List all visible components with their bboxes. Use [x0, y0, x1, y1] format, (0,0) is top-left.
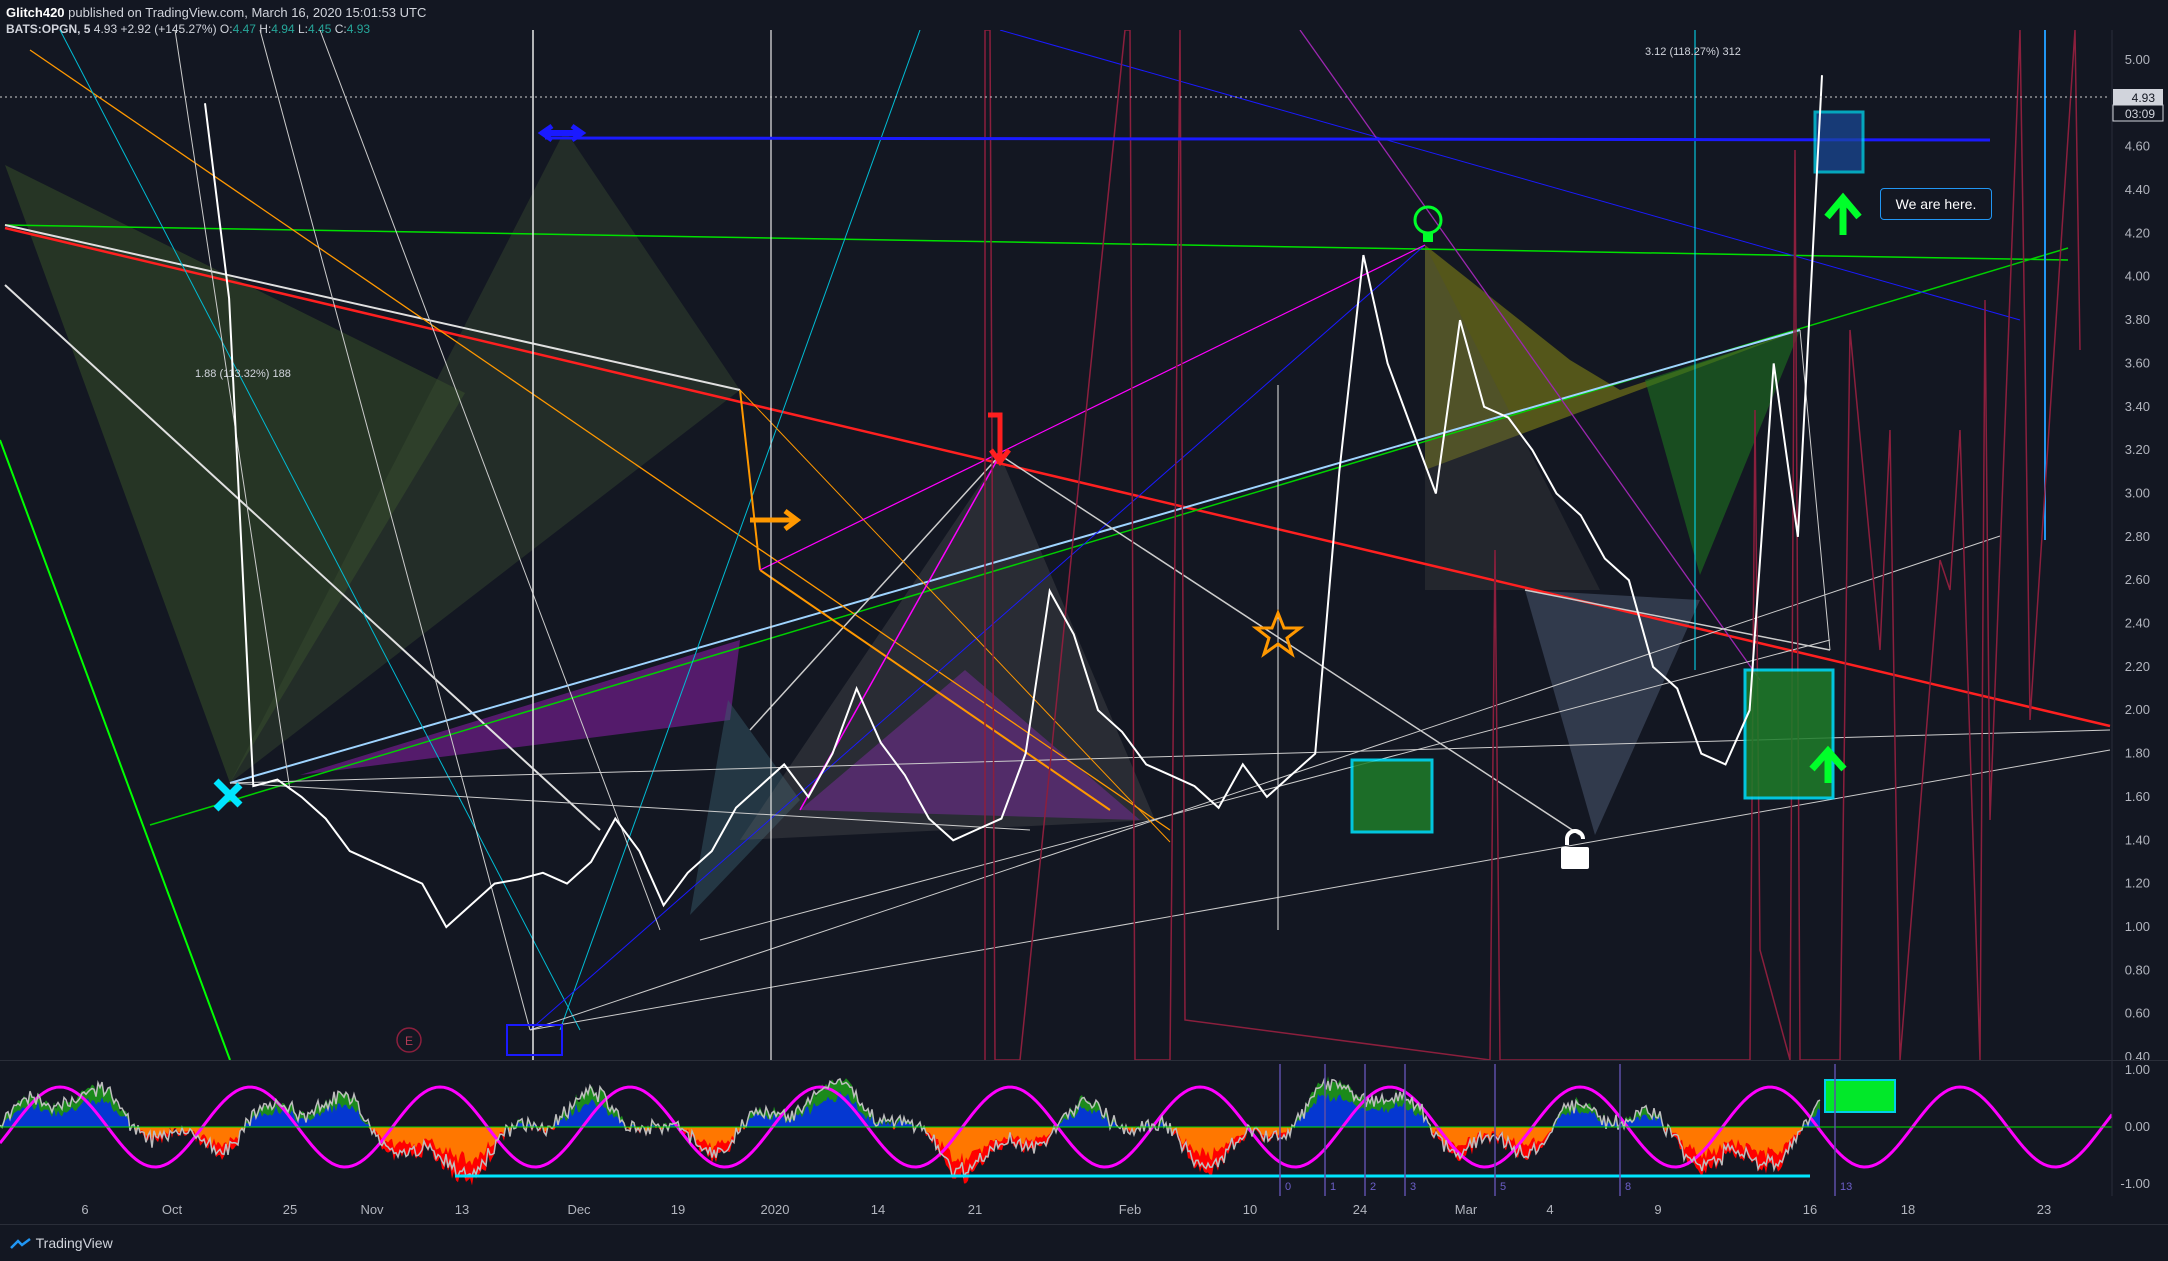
fib-time-label: 0	[1285, 1181, 1291, 1193]
fib-time-label: 8	[1625, 1181, 1631, 1193]
time-axis-tick: Oct	[162, 1202, 183, 1217]
price-axis-tick: 3.00	[2125, 485, 2150, 500]
time-axis-tick: 18	[1901, 1202, 1915, 1217]
highlight-box	[1813, 110, 1865, 174]
time-axis-tick: 10	[1243, 1202, 1257, 1217]
price-axis-tick: 3.40	[2125, 399, 2150, 414]
time-axis-tick: Dec	[567, 1202, 591, 1217]
price-axis-tick: 4.40	[2125, 182, 2150, 197]
time-axis-tick: 19	[671, 1202, 685, 1217]
footer-bar: TradingView	[0, 1224, 2168, 1261]
time-axis-tick: 23	[2037, 1202, 2051, 1217]
countdown-timer: 03:09	[2125, 107, 2155, 121]
price-axis-tick: 2.00	[2125, 702, 2150, 717]
we-are-here-note[interactable]: We are here.	[1880, 188, 1992, 220]
price-axis-tick: 5.00	[2125, 52, 2150, 67]
price-axis-tick: 4.20	[2125, 225, 2150, 240]
price-axis-tick: 0.40	[2125, 1049, 2150, 1060]
price-axis-tick: 1.40	[2125, 832, 2150, 847]
price-axis-tick: 2.20	[2125, 659, 2150, 674]
price-axis-tick: 4.00	[2125, 269, 2150, 284]
cross-marker-icon	[213, 778, 243, 812]
price-axis-tick: 2.40	[2125, 616, 2150, 631]
tradingview-logo-icon	[10, 1238, 31, 1250]
highlight-box	[1743, 668, 1835, 800]
time-axis-tick: Nov	[360, 1202, 384, 1217]
oscillator-axis-tick: -1.00	[2120, 1176, 2150, 1191]
drawing-layer	[0, 30, 2111, 1060]
last-price-tag: 4.93 03:09	[2112, 89, 2164, 122]
time-axis-tick: Mar	[1455, 1202, 1478, 1217]
fib-time-label: 3	[1410, 1181, 1416, 1193]
arrow-up-icon	[1824, 192, 1862, 235]
time-axis-tick: 2020	[761, 1202, 790, 1217]
time-axis-tick: 14	[871, 1202, 885, 1217]
time-axis-tick: 6	[81, 1202, 88, 1217]
price-axis-tick: 1.00	[2125, 919, 2150, 934]
earnings-marker[interactable]: E	[396, 1027, 422, 1053]
fib-time-label: 2	[1370, 1181, 1376, 1193]
time-axis[interactable]: 6 Oct 25 Nov 13 Dec 19 2020 14 21 Feb 10 24 Mar 4 9 16 18…	[0, 1196, 2168, 1224]
price-axis-tick: 3.80	[2125, 312, 2150, 327]
price-axis-tick: 4.60	[2125, 139, 2150, 154]
last-price-tag-value: 4.93	[2132, 91, 2156, 105]
tradingview-brand[interactable]: TradingView	[10, 1235, 113, 1251]
price-axis-tick: 1.80	[2125, 746, 2150, 761]
oscillator-axis-tick: 0.00	[2125, 1119, 2150, 1134]
price-axis-tick: 0.80	[2125, 962, 2150, 977]
arrow-right-icon	[750, 509, 802, 531]
price-axis-tick: 0.60	[2125, 1006, 2150, 1021]
price-axis-tick: 2.80	[2125, 529, 2150, 544]
shaded-triangle	[1525, 590, 1700, 835]
arrow-down-icon	[988, 412, 1011, 467]
time-axis-tick: 13	[455, 1202, 469, 1217]
time-axis-tick: 21	[968, 1202, 982, 1217]
earnings-marker-label: E	[405, 1034, 413, 1048]
published-text: published on TradingView.com, March 16, …	[68, 5, 427, 20]
time-axis-tick: 16	[1803, 1202, 1817, 1217]
oscillator-panel[interactable]: 0 1 2 3 5 8 13 1.00 0.00 -1.00	[0, 1060, 2168, 1196]
shaded-triangle	[1645, 330, 1800, 575]
time-axis-tick: Feb	[1119, 1202, 1141, 1217]
time-axis-tick: 24	[1353, 1202, 1367, 1217]
price-axis-tick: 1.20	[2125, 876, 2150, 891]
fib-time-label: 5	[1500, 1181, 1506, 1193]
fib-time-label: 1	[1330, 1181, 1336, 1193]
measure-label-top: 3.12 (118.27%) 312	[1645, 46, 1741, 58]
highlight-box	[1350, 758, 1434, 834]
price-chart[interactable]: E 0.40 0.60 0.80 1.00 1.20 1.40 1.60 1.80 2.00 2.…	[0, 30, 2168, 1060]
price-axis-tick: 3.20	[2125, 442, 2150, 457]
oscillator-axis-tick: 1.00	[2125, 1062, 2150, 1077]
tradingview-brand-label: TradingView	[35, 1235, 113, 1251]
time-axis-tick: 25	[283, 1202, 297, 1217]
price-axis-tick: 1.60	[2125, 789, 2150, 804]
price-axis-tick: 3.60	[2125, 355, 2150, 370]
measure-label-left: 1.88 (113.32%) 188	[195, 368, 291, 380]
price-axis-tick: 2.60	[2125, 572, 2150, 587]
unlock-icon	[1561, 829, 1589, 869]
time-axis-tick: 4	[1546, 1202, 1553, 1217]
author-name[interactable]: Glitch420	[6, 5, 65, 20]
fib-time-label: 13	[1840, 1181, 1852, 1193]
time-axis-tick: 9	[1654, 1202, 1661, 1217]
